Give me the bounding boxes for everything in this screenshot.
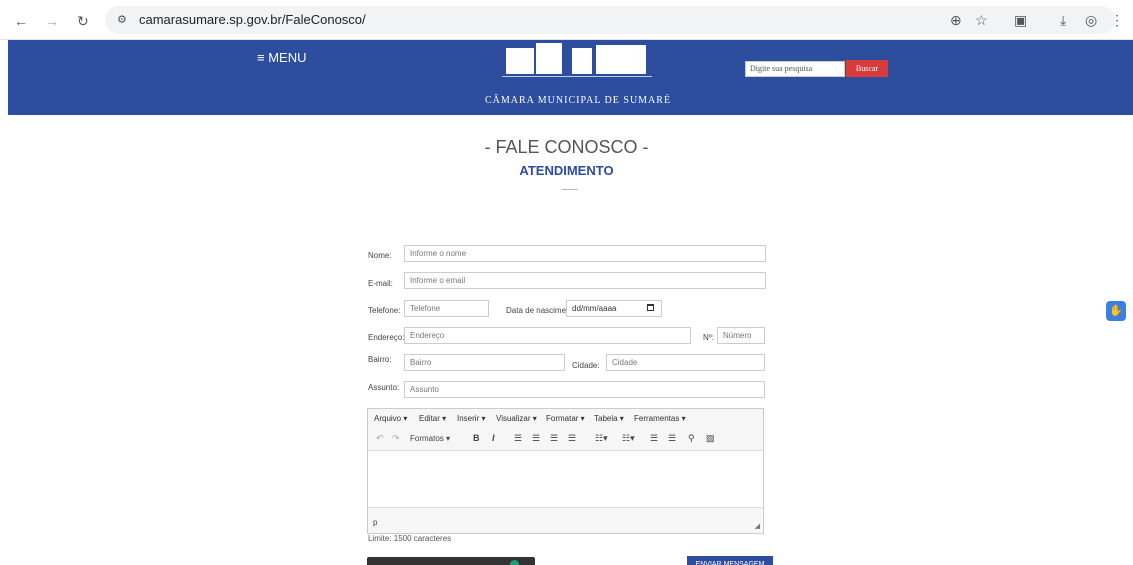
numero-input[interactable]: Número xyxy=(717,327,765,344)
assunto-input[interactable]: Assunto xyxy=(404,381,765,398)
bullet-list-icon[interactable]: ☷▾ xyxy=(595,433,608,444)
italic-icon[interactable]: I xyxy=(492,433,495,443)
undo-icon[interactable]: ↶ xyxy=(376,433,384,444)
menu-ferramentas[interactable]: Ferramentas ▾ xyxy=(634,414,686,423)
page-subtitle: ATENDIMENTO xyxy=(519,163,614,178)
profile-icon[interactable]: ◎ xyxy=(1085,12,1097,29)
telefone-input[interactable]: Telefone xyxy=(404,300,489,317)
bold-icon[interactable]: B xyxy=(473,433,480,443)
star-icon[interactable]: ☆ xyxy=(975,12,988,29)
logo[interactable]: CÂMARA MUNICIPAL DE SUMARÉ xyxy=(478,40,678,115)
endereco-input[interactable]: Endereço xyxy=(404,327,691,344)
editor-toolbar: ↶ ↷ Formatos ▾ B I ☰ ☰ ☰ ☰ ☷▾ ☷▾ ☰ ☰ ⚲ ▨ xyxy=(368,427,763,451)
resize-handle-icon[interactable]: ◢ xyxy=(755,522,760,530)
align-left-icon[interactable]: ☰ xyxy=(514,433,522,444)
menu-button[interactable]: ≡ MENU xyxy=(257,50,306,65)
search-button[interactable]: Buscar xyxy=(846,60,888,77)
email-input[interactable]: Informe o email xyxy=(404,272,766,289)
menu-arquivo[interactable]: Arquivo ▾ xyxy=(374,414,407,423)
site-header: ≡ MENU CÂMARA MUNICIPAL DE SUMARÉ Digite… xyxy=(8,40,1133,115)
extensions-icon[interactable]: ▣ xyxy=(1014,12,1027,29)
character-limit: Limite: 1500 caracteres xyxy=(368,534,452,543)
telefone-label: Telefone: xyxy=(368,306,401,315)
accessibility-icon[interactable]: ✋ xyxy=(1106,301,1126,321)
editor-element-path: p xyxy=(373,518,378,527)
reload-icon[interactable]: ↻ xyxy=(77,13,89,30)
outdent-icon[interactable]: ☰ xyxy=(650,433,658,444)
align-justify-icon[interactable]: ☰ xyxy=(568,433,576,444)
email-label: E-mail: xyxy=(368,279,393,288)
logo-text: CÂMARA MUNICIPAL DE SUMARÉ xyxy=(484,95,672,106)
bairro-label: Bairro: xyxy=(368,355,392,364)
message-editor: Arquivo ▾ Editar ▾ Inserir ▾ Visualizar … xyxy=(367,408,764,534)
nascimento-value: dd/mm/aaaa xyxy=(572,304,617,313)
browser-toolbar: ← → ↻ ⚙ camarasumare.sp.gov.br/FaleConos… xyxy=(0,0,1133,40)
editor-menubar: Arquivo ▾ Editar ▾ Inserir ▾ Visualizar … xyxy=(368,409,763,427)
send-message-button[interactable]: ENVIAR MENSAGEM xyxy=(687,556,773,565)
nascimento-date-input[interactable]: dd/mm/aaaa xyxy=(566,300,662,317)
captcha-icon xyxy=(510,560,519,565)
captcha-widget[interactable] xyxy=(367,557,535,565)
site-settings-icon[interactable]: ⚙ xyxy=(117,13,127,26)
numero-label: Nº: xyxy=(703,333,714,342)
url-text: camarasumare.sp.gov.br/FaleConosco/ xyxy=(139,12,366,27)
page-title: - FALE CONOSCO - xyxy=(484,137,649,157)
indent-icon[interactable]: ☰ xyxy=(668,433,676,444)
menu-formatar[interactable]: Formatar ▾ xyxy=(546,414,585,423)
menu-tabela[interactable]: Tabela ▾ xyxy=(594,414,624,423)
endereco-label: Endereço: xyxy=(368,333,405,342)
back-arrow-icon[interactable]: ← xyxy=(14,13,28,29)
cidade-input[interactable]: Cidade xyxy=(606,354,765,371)
formats-dropdown[interactable]: Formatos ▾ xyxy=(410,434,450,443)
assunto-label: Assunto: xyxy=(368,383,400,392)
menu-inserir[interactable]: Inserir ▾ xyxy=(457,414,485,423)
search-input[interactable]: Digite sua pesquisa xyxy=(745,61,845,77)
align-right-icon[interactable]: ☰ xyxy=(550,433,558,444)
address-bar[interactable]: ⚙ camarasumare.sp.gov.br/FaleConosco/ xyxy=(105,6,1115,34)
editor-text-area[interactable] xyxy=(368,452,763,507)
menu-visualizar[interactable]: Visualizar ▾ xyxy=(496,414,537,423)
editor-statusbar: p ◢ xyxy=(368,507,763,533)
more-menu-icon[interactable]: ⋮ xyxy=(1110,12,1124,29)
align-center-icon[interactable]: ☰ xyxy=(532,433,540,444)
download-icon[interactable]: ⤓ xyxy=(1060,12,1066,29)
menu-editar[interactable]: Editar ▾ xyxy=(419,414,446,423)
title-divider xyxy=(562,189,578,190)
nome-label: Nome: xyxy=(368,251,392,260)
calendar-icon[interactable] xyxy=(647,304,654,311)
numbered-list-icon[interactable]: ☷▾ xyxy=(622,433,635,444)
zoom-icon[interactable]: ⊕ xyxy=(950,12,962,29)
forward-arrow-icon[interactable]: → xyxy=(45,13,59,29)
redo-icon[interactable]: ↷ xyxy=(392,433,400,444)
bairro-input[interactable]: Bairro xyxy=(404,354,565,371)
nome-input[interactable]: Informe o nome xyxy=(404,245,766,262)
link-icon[interactable]: ⚲ xyxy=(688,433,695,444)
cidade-label: Cidade: xyxy=(572,361,600,370)
image-icon[interactable]: ▨ xyxy=(706,433,715,444)
